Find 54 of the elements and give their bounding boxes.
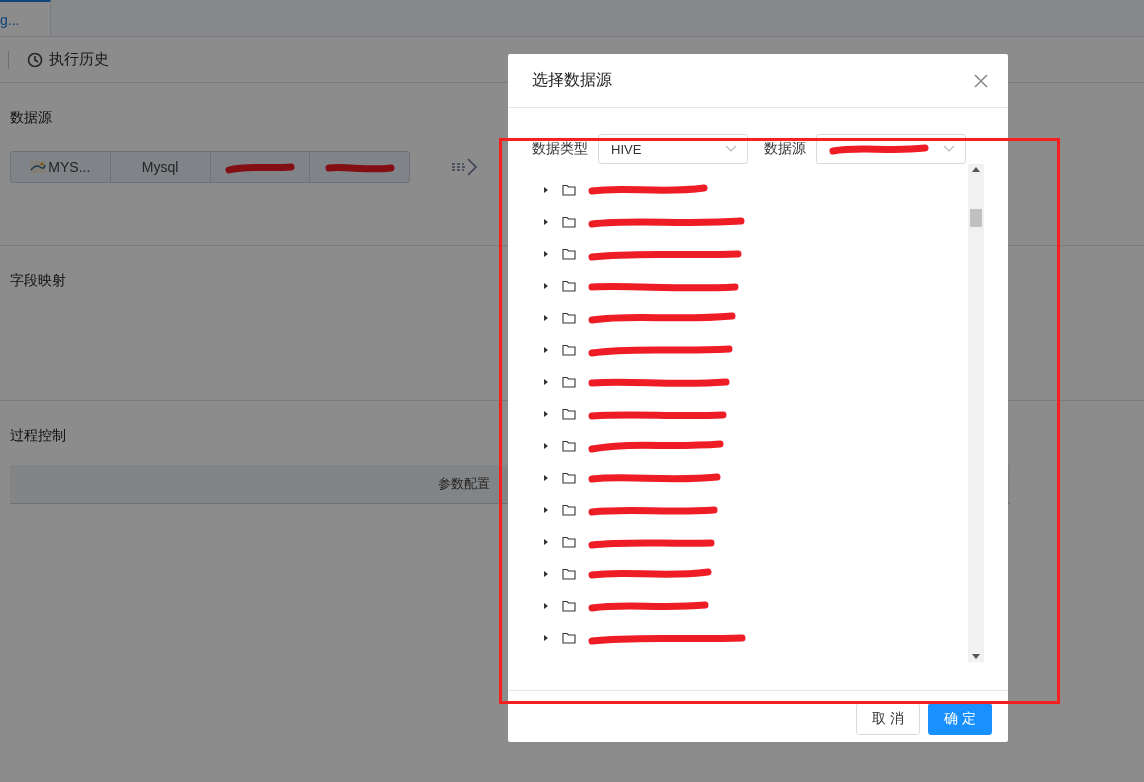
filter-label: 数据源 [764,140,806,158]
expand-arrow-icon[interactable] [542,442,550,450]
expand-arrow-icon[interactable] [542,346,550,354]
expand-arrow-icon[interactable] [542,410,550,418]
folder-icon [562,344,576,356]
card-cell-text: MYS... [48,159,91,175]
expand-arrow-icon[interactable] [542,474,550,482]
folder-icon [562,248,576,260]
expand-arrow-icon[interactable] [542,250,550,258]
tab[interactable]: g... [0,0,51,36]
scroll-thumb[interactable] [970,209,982,227]
section-title: 字段映射 [10,272,66,290]
source-card[interactable]: MYS... Mysql [10,151,410,183]
folder-icon [562,472,576,484]
folder-icon [562,376,576,388]
scroll-up-icon[interactable] [972,167,980,172]
expand-arrow-icon[interactable] [542,602,550,610]
cancel-button[interactable]: 取 消 [856,703,920,735]
confirm-button[interactable]: 确 定 [928,703,992,735]
chevron-down-icon [725,145,737,153]
history-button[interactable]: 执行历史 [27,50,109,69]
folder-icon [562,632,576,644]
folder-icon [562,280,576,292]
database-logo-icon [30,161,47,173]
dashed-arrow-icon [450,157,478,177]
column-header: 参数配置 [437,475,490,493]
filter-label: 数据类型 [532,140,588,158]
folder-icon [562,184,576,196]
chevron-down-icon [943,145,955,153]
folder-icon [562,408,576,420]
folder-icon [562,504,576,516]
expand-arrow-icon[interactable] [542,506,550,514]
expand-arrow-icon[interactable] [542,186,550,194]
close-button[interactable] [974,73,988,88]
scroll-down-icon[interactable] [972,654,980,659]
section-title: 数据源 [10,109,52,127]
expand-arrow-icon[interactable] [542,634,550,642]
folder-icon [562,216,576,228]
dialog-title: 选择数据源 [532,70,612,90]
expand-arrow-icon[interactable] [542,314,550,322]
clock-icon [27,51,43,68]
expand-arrow-icon[interactable] [542,570,550,578]
section-title: 过程控制 [10,427,66,445]
folder-icon [562,312,576,324]
scrollbar[interactable] [968,164,984,662]
folder-icon [562,568,576,580]
folder-icon [562,536,576,548]
folder-icon [562,600,576,612]
expand-arrow-icon[interactable] [542,378,550,386]
expand-arrow-icon[interactable] [542,218,550,226]
expand-arrow-icon[interactable] [542,282,550,290]
folder-icon [562,440,576,452]
card-cell-text: Mysql [141,159,179,175]
expand-arrow-icon[interactable] [542,538,550,546]
